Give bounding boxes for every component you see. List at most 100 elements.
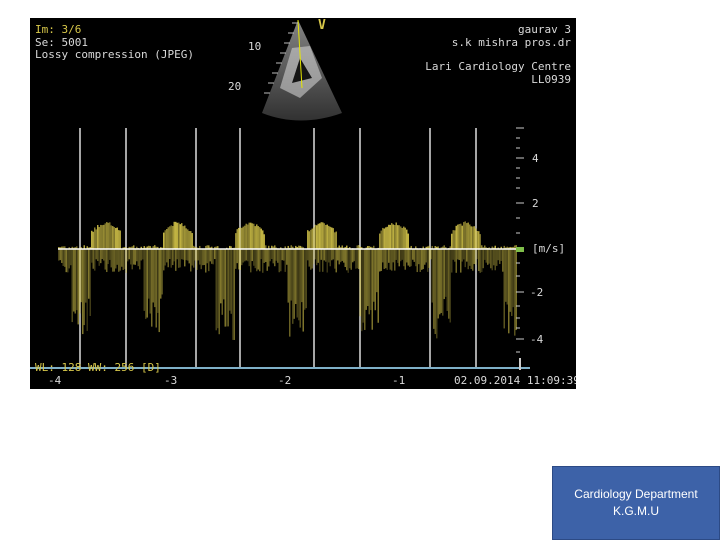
spectrum-column-down — [175, 249, 177, 271]
spectrum-column-up — [173, 221, 175, 249]
spectrum-column-down — [313, 249, 315, 265]
spectrum-column-down — [61, 249, 63, 263]
spectrum-column-down — [473, 249, 475, 265]
spectrum-column-down — [269, 249, 271, 262]
spectrum-column-down — [145, 249, 147, 319]
spectrum-column-up — [113, 227, 115, 249]
spectrum-column-up — [253, 223, 255, 249]
spectrum-column-down — [383, 249, 385, 269]
doppler-graphic — [30, 19, 530, 370]
spectrum-column-up — [262, 230, 264, 249]
spectrum-column-down — [140, 249, 142, 261]
spectrum-column-down — [125, 249, 127, 273]
spectrum-column-up — [389, 224, 391, 249]
spectrum-column-down — [409, 249, 411, 267]
spectrum-column-down — [361, 249, 363, 332]
spectrum-column-down — [154, 249, 156, 308]
spectrum-column-down — [502, 249, 504, 272]
spectrum-column-down — [500, 249, 502, 261]
spectrum-column-down — [182, 249, 184, 260]
spectrum-column-up — [310, 229, 312, 249]
spectrum-column-down — [338, 249, 340, 265]
spectrum-column-down — [172, 249, 174, 266]
spectrum-column-down — [274, 249, 276, 267]
spectrum-column-down — [358, 249, 360, 270]
spectrum-column-down — [199, 249, 201, 265]
spectrum-column-down — [181, 249, 183, 260]
velocity-tick-neg4: -4 — [530, 333, 544, 346]
spectrum-column-down — [271, 249, 273, 260]
spectrum-column-up — [391, 223, 393, 249]
spectrum-column-up — [454, 230, 456, 249]
spectrum-column-down — [170, 249, 172, 268]
spectrum-column-down — [184, 249, 186, 267]
spectrum-column-up — [92, 231, 94, 249]
spectrum-column-down — [253, 249, 255, 266]
spectrum-column-down — [254, 249, 256, 269]
spectrum-column-down — [412, 249, 414, 260]
spectrum-column-down — [497, 249, 499, 261]
spectrum-column-down — [79, 249, 81, 314]
spectrum-column-down — [496, 249, 498, 266]
spectrum-column-up — [247, 224, 249, 249]
spectrum-column-down — [251, 249, 253, 262]
spectrum-column-up — [163, 232, 165, 249]
spectrum-column-down — [230, 249, 232, 314]
spectrum-column-down — [407, 249, 409, 266]
spectrum-column-down — [467, 249, 469, 270]
spectrum-column-down — [107, 249, 109, 265]
spectrum-column-down — [289, 249, 291, 337]
spectrum-column-down — [362, 249, 364, 323]
spectrum-column-down — [343, 249, 345, 263]
spectrum-column-up — [164, 230, 166, 249]
spectrum-column-down — [242, 249, 244, 263]
spectrum-column-up — [308, 231, 310, 249]
spectrum-column-down — [146, 249, 148, 318]
spectrum-column-down — [196, 249, 198, 270]
spectrum-column-down — [374, 249, 376, 311]
spectrum-column-down — [89, 249, 91, 316]
spectrum-column-down — [458, 249, 460, 261]
spectrum-column-down — [451, 249, 453, 273]
spectrum-column-up — [181, 223, 183, 249]
spectrum-column-up — [392, 224, 394, 249]
spectrum-column-up — [184, 225, 186, 249]
spectrum-column-down — [86, 249, 88, 331]
spectrum-column-up — [256, 224, 258, 249]
spectrum-column-up — [473, 226, 475, 249]
spectrum-column-down — [404, 249, 406, 270]
spectrum-column-up — [244, 225, 246, 249]
spectrum-column-down — [406, 249, 408, 263]
spectrum-column-down — [202, 249, 204, 266]
spectrum-column-down — [62, 249, 64, 266]
time-tick-neg3: -3 — [164, 374, 178, 387]
spectrum-column-down — [200, 249, 202, 270]
spectrum-column-down — [224, 249, 226, 327]
spectrum-column-down — [211, 249, 213, 264]
spectrum-column-down — [97, 249, 99, 262]
spectrum-column-down — [229, 249, 231, 311]
spectrum-column-down — [505, 249, 507, 302]
spectrum-column-up — [260, 228, 262, 249]
spectrum-column-down — [137, 249, 139, 267]
spectrum-column-down — [319, 249, 321, 272]
spectrum-column-down — [221, 249, 223, 315]
spectrum-column-down — [179, 249, 181, 268]
spectrum-column-up — [172, 225, 174, 249]
spectrum-column-down — [376, 249, 378, 293]
spectrum-column-down — [476, 249, 478, 260]
spectrum-column-up — [395, 222, 397, 249]
spectrum-column-down — [190, 249, 192, 272]
echo-image: Im: 3/6 Se: 5001 Lossy compression (JPEG… — [30, 18, 576, 389]
spectrum-column-down — [311, 249, 313, 269]
spectrum-column-up — [110, 225, 112, 249]
spectrum-column-up — [235, 233, 237, 249]
image-number: Im: 3/6 — [35, 23, 82, 36]
spectrum-column-down — [286, 249, 288, 265]
spectrum-column-down — [304, 249, 306, 310]
spectrum-column-down — [248, 249, 250, 267]
spectrum-column-down — [457, 249, 459, 260]
spectrum-column-down — [385, 249, 387, 269]
spectrum-column-down — [134, 249, 136, 265]
spectrum-column-up — [95, 229, 97, 249]
